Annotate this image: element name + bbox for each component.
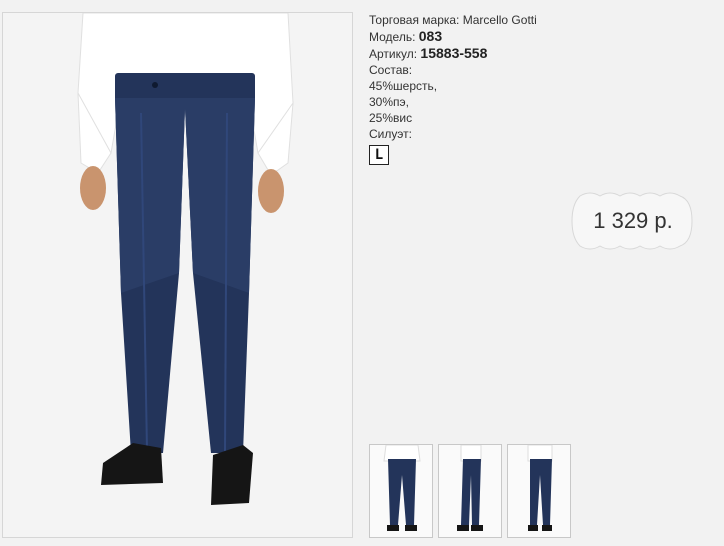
composition-label: Состав:	[369, 63, 413, 77]
price-value: 1 329 р.	[593, 208, 673, 233]
article-value: 15883-558	[420, 45, 488, 61]
silhouette-badge: L	[369, 145, 389, 165]
brand-value: Marcello Gotti	[462, 13, 537, 27]
composition-item: 45%шерсть,	[369, 79, 438, 93]
model-label: Модель:	[369, 30, 416, 44]
thumbnail-image	[439, 445, 501, 537]
product-info: Торговая марка: Marcello Gotti Модель: 0…	[369, 12, 669, 165]
article-row: Артикул: 15883-558	[369, 45, 669, 62]
composition-item: 25%вис	[369, 111, 413, 125]
brand-row: Торговая марка: Marcello Gotti	[369, 12, 669, 28]
thumbnail-front[interactable]	[369, 444, 433, 538]
silhouette-label: Силуэт:	[369, 127, 412, 141]
model-row: Модель: 083	[369, 28, 669, 45]
trousers-illustration	[3, 13, 352, 537]
composition-item: 30%пэ,	[369, 95, 409, 109]
thumbnail-image	[370, 445, 432, 537]
thumbnail-image	[508, 445, 570, 537]
model-value: 083	[418, 28, 443, 44]
article-label: Артикул:	[369, 47, 418, 61]
thumbnail-side[interactable]	[438, 444, 502, 538]
brand-label: Торговая марка:	[369, 13, 460, 27]
thumbnail-back[interactable]	[507, 444, 571, 538]
price-tag: 1 329 р.	[568, 190, 698, 252]
main-product-photo[interactable]	[2, 12, 353, 538]
